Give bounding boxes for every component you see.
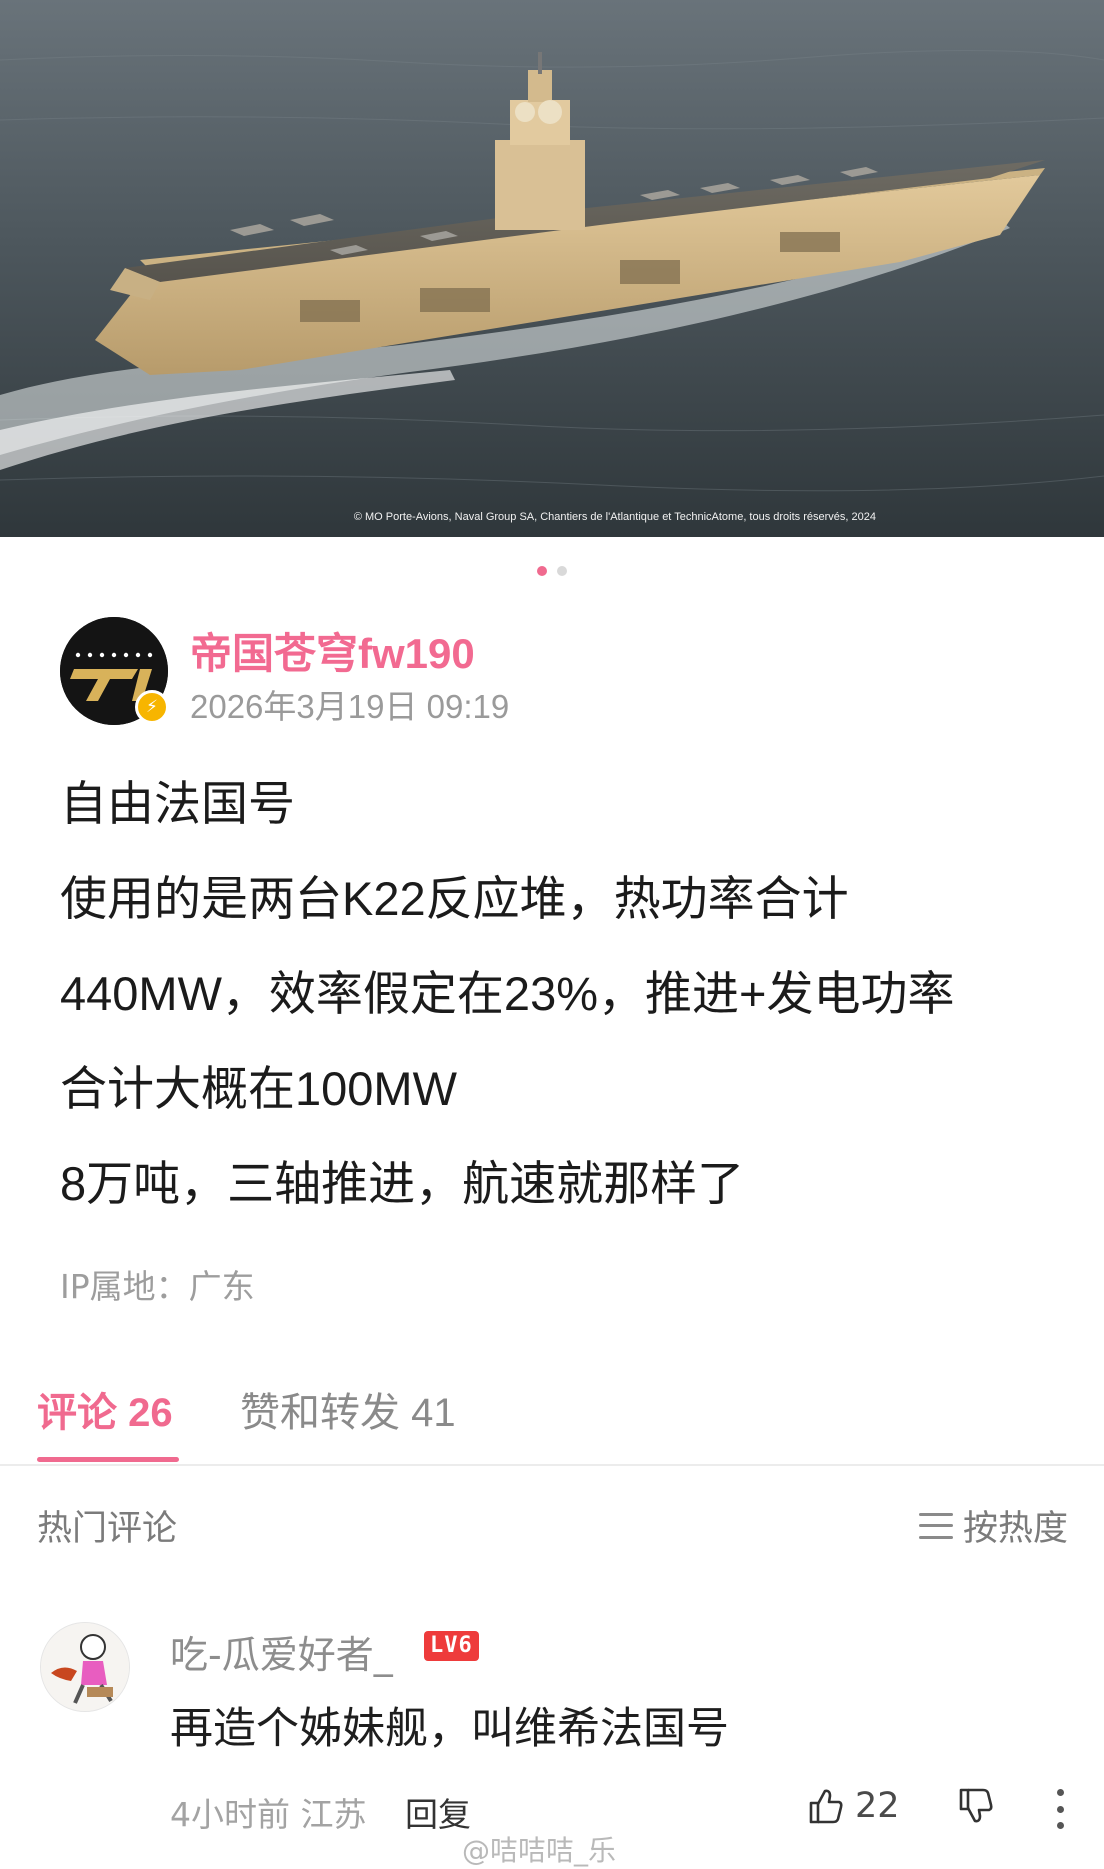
post-text-line: 8万吨，三轴推进，航速就那样了 [60,1157,745,1210]
ip-location: IP属地：广东 [60,1267,255,1306]
post-text-line: 440MW，效率假定在23%，推进+发电功率 [60,967,955,1020]
watermark: @咭咭咭_乐 [462,1834,617,1867]
sort-button[interactable]: 按热度 [918,1500,1068,1551]
like-count: 22 [855,1786,900,1826]
tab-comments[interactable]: 评论 26 [37,1380,173,1438]
carousel-dot-active[interactable] [537,566,547,576]
thumbs-down-icon [959,1788,993,1823]
active-tab-indicator [37,1457,179,1462]
post-time: 2026年3月19日 09:19 [190,688,510,725]
more-options-icon[interactable] [1054,1789,1066,1829]
post-text-line: 使用的是两台K22反应堆，热功率合计 [60,872,849,925]
post-image[interactable]: © MO Porte-Avions, Naval Group SA, Chant… [0,0,1104,537]
comment-text: 再造个姊妹舰，叫维希法国号 [170,1705,729,1753]
carousel-dot[interactable] [557,566,567,576]
thumbs-up-icon [809,1789,843,1824]
level-badge: LV6 [424,1631,479,1661]
commenter-name[interactable]: 吃-瓜爱好者_ [170,1624,393,1679]
cartoon-avatar-icon [41,1623,129,1711]
post-text-line: 合计大概在100MW [60,1062,457,1115]
carousel-indicator [0,566,1104,576]
commenter-avatar[interactable] [40,1622,130,1712]
like-button[interactable]: 22 [805,1786,900,1826]
aircraft-carrier-photo [0,0,1104,537]
tab-likes-reposts[interactable]: 赞和转发 41 [240,1380,456,1438]
author-name[interactable]: 帝国苍穹fw190 [190,620,475,681]
sort-label: 按热度 [962,1509,1068,1549]
hot-comments-title: 热门评论 [37,1509,178,1549]
comment-time-location: 4小时前 江苏 [170,1795,367,1834]
sort-lines-icon [918,1512,953,1539]
post-text-line: 自由法国号 [60,777,295,830]
dislike-button[interactable] [955,1786,995,1830]
image-credit: © MO Porte-Avions, Naval Group SA, Chant… [353,511,876,523]
divider [0,1464,1104,1466]
verified-badge-icon: ⚡ [135,690,169,724]
